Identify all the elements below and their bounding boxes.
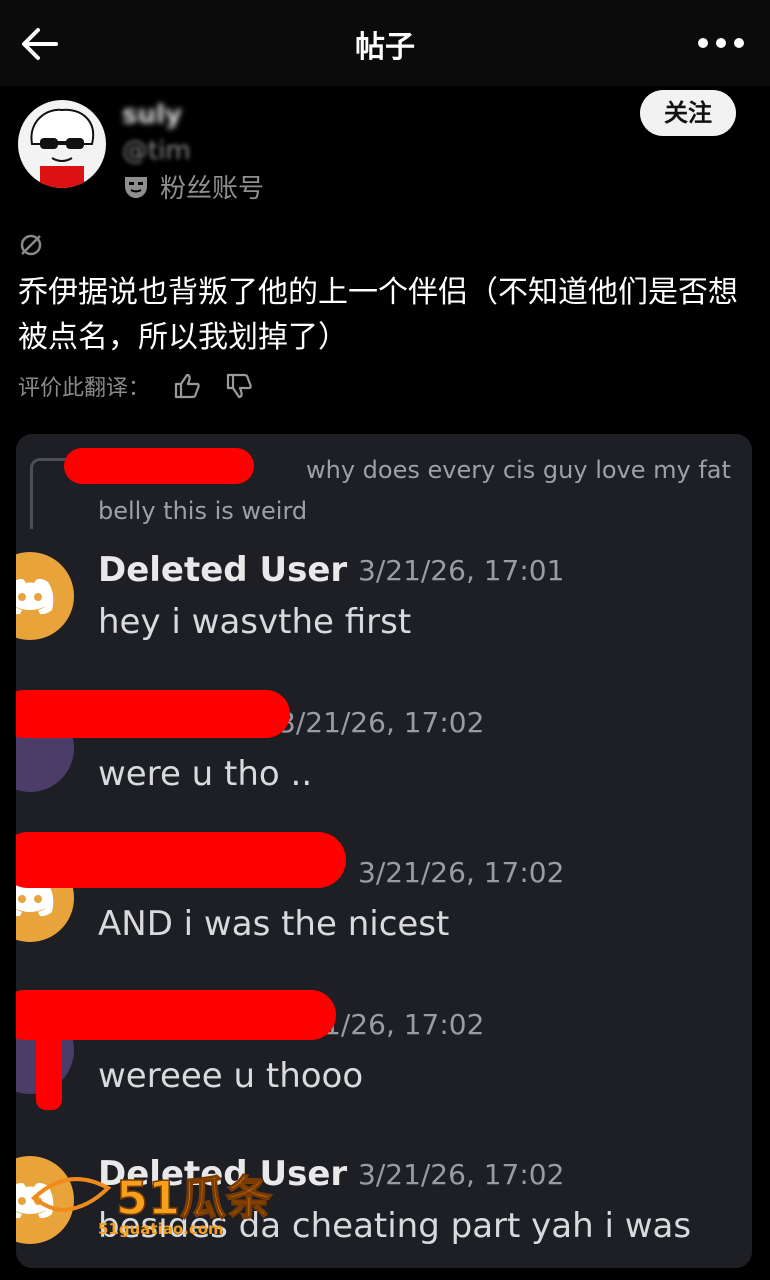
discord-avatar [16, 552, 74, 640]
author-name[interactable]: suly [122, 100, 182, 130]
thumbs-up-icon[interactable] [172, 371, 202, 401]
message-text: wereee u thooo [98, 1056, 364, 1096]
message-timestamp: 3/21/26, 17:02 [278, 706, 485, 739]
message-text: were u tho .. [98, 754, 313, 794]
page-title: 帖子 [355, 30, 415, 65]
message-timestamp: 3/21/26, 17:02 [358, 856, 565, 889]
embedded-chat-screenshot: why does every cis guy love my fat belly… [16, 434, 752, 1268]
redaction-mark [16, 832, 346, 888]
post-text: 乔伊据说也背叛了他的上一个伴侣（不知道他们是否想被点名，所以我划掉了） [18, 275, 738, 355]
message-timestamp: 3/21/26, 17:02 [358, 1158, 565, 1191]
redaction-mark [16, 690, 290, 738]
message-timestamp: 3/21/26, 17:01 [358, 554, 565, 587]
rate-translation-label: 评价此翻译： [18, 376, 151, 401]
message-author: Deleted User [98, 550, 348, 590]
account-type-row: 粉丝账号 [122, 170, 265, 204]
thumbs-down-icon[interactable] [224, 371, 254, 401]
translation-rating: 评价此翻译： [18, 370, 254, 402]
account-type-label: 粉丝账号 [160, 173, 265, 204]
site-watermark: 51瓜条 51guatiao.com [30, 1170, 273, 1238]
message-text: hey i wasvthe first [98, 602, 412, 642]
chat-message: Deleted User 3/21/26, 17:01 hey i wasvth… [16, 538, 752, 688]
author-handle: @tim [122, 136, 191, 166]
mask-icon [125, 177, 147, 198]
top-bar: 帖子 [0, 0, 770, 86]
follow-button[interactable]: 关注 [640, 90, 736, 136]
discord-logo-icon [16, 578, 54, 615]
more-options-icon[interactable] [696, 30, 746, 56]
author-avatar[interactable] [18, 100, 106, 188]
redaction-mark [16, 990, 336, 1040]
redaction-mark [36, 1030, 62, 1110]
translate-icon [20, 234, 42, 256]
watermark-site: 51guatiao.com [98, 1220, 224, 1238]
watermark-brand: 51瓜条 [116, 1171, 272, 1225]
redaction-mark [64, 448, 254, 484]
message-text: AND i was the nicest [98, 904, 450, 944]
